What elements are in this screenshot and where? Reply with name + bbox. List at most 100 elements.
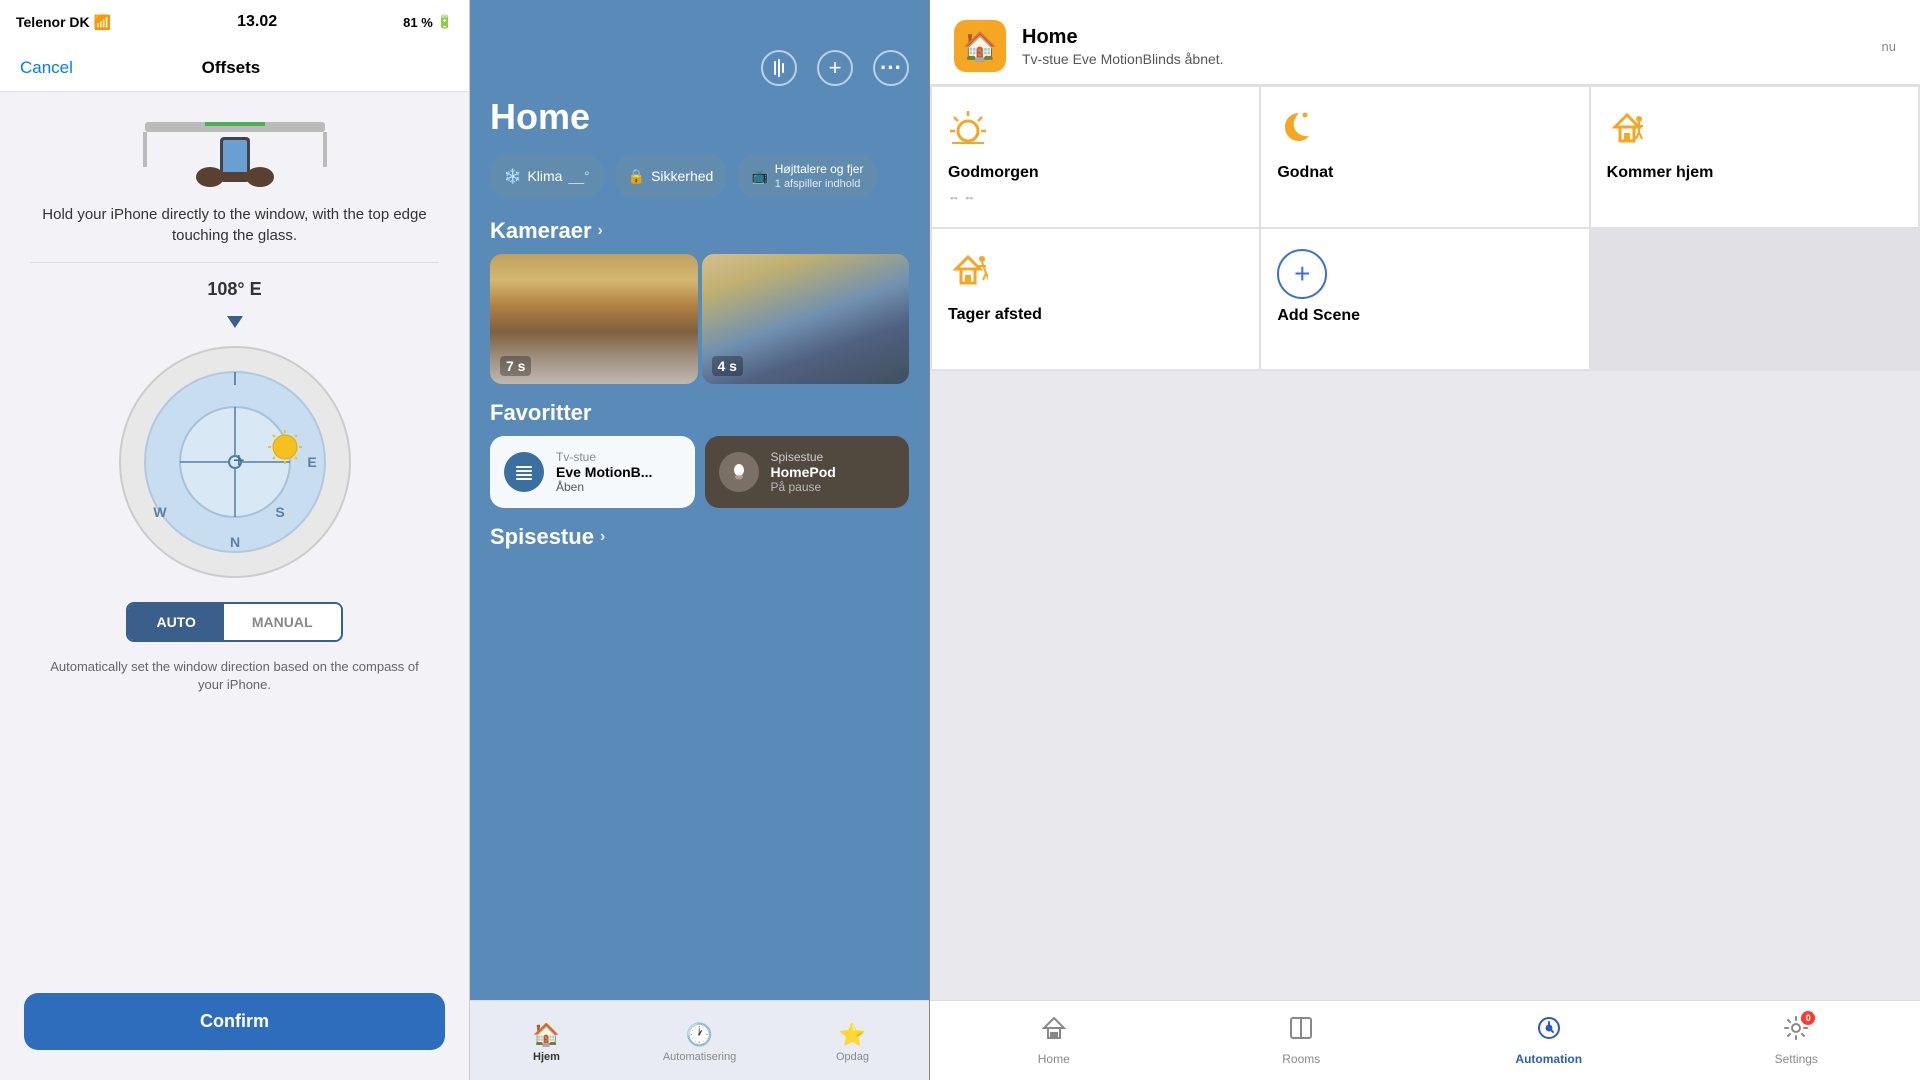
p3-timestamp: nu [1882,39,1896,54]
scene-tager-afsted[interactable]: Tager afsted [932,229,1259,369]
panel1-content: Hold your iPhone directly to the window,… [0,92,469,977]
status-bar-right: 81 % 🔋 [403,14,453,30]
spisestue-title: Spisestue › [470,524,929,560]
p3-nav-settings[interactable]: 0 Settings [1673,1001,1920,1080]
add-scene-plus-icon: + [1277,249,1327,299]
compass: | E S N W + [115,342,355,582]
scene-kommer-hjem[interactable]: Kommer hjem [1591,87,1918,227]
p3-top-bar: 🏠 Home Tv-stue Eve MotionBlinds åbnet. n… [930,0,1920,85]
fav-1-info: Tv-stue Eve MotionB... Åben [556,450,652,494]
lock-icon: 🔒 [628,168,645,185]
home-panel: + ··· Home ❄️ Klima __° 🔒 Sikkerhed 📺 Hø… [470,0,930,1080]
godnat-label: Godnat [1277,164,1572,182]
favoritter-title: Favoritter [470,400,929,436]
status-bar: Telenor DK 📶 13.02 81 % 🔋 [0,0,469,44]
home-page-title: Home [470,96,929,154]
fav-2-info: Spisestue HomePod På pause [771,450,836,494]
fav-2-status: På pause [771,480,836,494]
p3-settings-nav-label: Settings [1775,1052,1818,1066]
cameras-row: 7 s 4 s [470,254,929,400]
confirm-btn-container: Confirm [0,977,469,1080]
automatisering-label: Automatisering [663,1051,736,1063]
kommer-hjem-label: Kommer hjem [1607,164,1902,182]
moon-icon [1277,107,1572,156]
p3-rooms-nav-label: Rooms [1282,1052,1320,1066]
battery-label: 81 % [403,15,433,30]
degree-arrow-icon [227,316,243,328]
favoritter-row: Tv-stue Eve MotionB... Åben Spisestue Ho… [470,436,929,524]
tager-afsted-label: Tager afsted [948,306,1243,324]
bottom-nav-hjem[interactable]: 🏠 Hjem [470,1018,623,1063]
opdag-label: Opdag [836,1051,869,1063]
hjem-icon: 🏠 [533,1022,560,1048]
manual-mode-button[interactable]: MANUAL [224,604,341,640]
more-options-icon[interactable]: ··· [873,50,909,86]
add-scene-label: Add Scene [1277,307,1360,325]
instruction-text: Hold your iPhone directly to the window,… [30,204,439,246]
cameras-chevron-icon: › [598,222,603,240]
sikkerhed-chip[interactable]: 🔒 Sikkerhed [614,154,728,198]
bottom-nav-opdag[interactable]: ⭐ Opdag [776,1018,929,1063]
camera-2[interactable]: 4 s [702,254,910,384]
p3-home-nav-icon [1041,1015,1067,1048]
bottom-nav-automatisering[interactable]: 🕐 Automatisering [623,1018,776,1063]
godmorgen-subtitle: ⇔ ⇔ [948,190,1243,204]
fav-1-status: Åben [556,480,652,494]
p3-automation-nav-label: Automation [1515,1052,1582,1066]
offsets-panel: Telenor DK 📶 13.02 81 % 🔋 Cancel Offsets [0,0,470,1080]
cancel-button[interactable]: Cancel [20,58,73,78]
hojttaler-chip[interactable]: 📺 Højttalere og fjer1 afspiller indhold [737,154,877,198]
settings-badge: 0 [1801,1011,1815,1025]
klima-temp: __° [568,168,589,184]
klima-icon: ❄️ [504,168,521,185]
status-bar-left: Telenor DK 📶 [16,14,111,31]
camera-1[interactable]: 7 s [490,254,698,384]
window-illustration [135,112,335,192]
klima-chip[interactable]: ❄️ Klima __° [490,154,604,198]
homepod-icon [719,452,759,492]
p3-rooms-nav-icon [1288,1015,1314,1048]
compass-degree: 108° E [207,279,261,300]
house-leave-icon [948,249,1243,298]
favorite-2[interactable]: Spisestue HomePod På pause [705,436,910,508]
hojttaler-label: Højttalere og fjer1 afspiller indhold [775,162,864,190]
sikkerhed-label: Sikkerhed [651,168,713,184]
scenes-grid: Godmorgen ⇔ ⇔ Godnat [930,85,1920,371]
automatisering-icon: 🕐 [686,1022,713,1048]
home-bottom-nav: 🏠 Hjem 🕐 Automatisering ⭐ Opdag [470,1000,929,1080]
p3-home-name: Home [1022,26,1866,49]
p3-nav-home[interactable]: Home [930,1001,1178,1080]
home-top-bar: + ··· [470,0,929,96]
eve-motionblinds-icon [504,452,544,492]
p3-home-icon: 🏠 [954,20,1006,72]
mode-buttons: AUTO MANUAL [126,602,342,642]
p3-automation-nav-icon [1536,1015,1562,1048]
svg-text:|: | [233,369,237,385]
scene-add[interactable]: + Add Scene [1261,229,1588,369]
svg-text:E: E [307,454,316,470]
hjem-label: Hjem [533,1051,560,1063]
settings-badge-container: 0 [1783,1015,1809,1048]
fav-2-name: HomePod [771,464,836,480]
scene-godnat[interactable]: Godnat [1261,87,1588,227]
confirm-button[interactable]: Confirm [24,993,445,1050]
fav-1-name: Eve MotionB... [556,464,652,480]
svg-text:S: S [275,504,284,520]
p3-home-nav-label: Home [1038,1052,1070,1066]
p3-home-info: Home Tv-stue Eve MotionBlinds åbnet. [1022,26,1866,67]
p3-nav-rooms[interactable]: Rooms [1178,1001,1426,1080]
scene-godmorgen[interactable]: Godmorgen ⇔ ⇔ [932,87,1259,227]
cameras-label: Kameraer [490,218,592,244]
cameras-section-header: Kameraer › [470,214,929,254]
add-icon[interactable]: + [817,50,853,86]
svg-text:N: N [229,534,239,550]
spisestue-chevron-icon: › [600,528,605,546]
favorite-1[interactable]: Tv-stue Eve MotionB... Åben [490,436,695,508]
carrier-label: Telenor DK [16,14,90,30]
auto-description: Automatically set the window direction b… [30,658,439,694]
auto-mode-button[interactable]: AUTO [128,604,223,640]
voice-control-icon[interactable] [761,50,797,86]
klima-label: Klima [527,168,562,184]
p3-nav-automation[interactable]: Automation [1425,1001,1673,1080]
p3-main-content [930,371,1920,1000]
